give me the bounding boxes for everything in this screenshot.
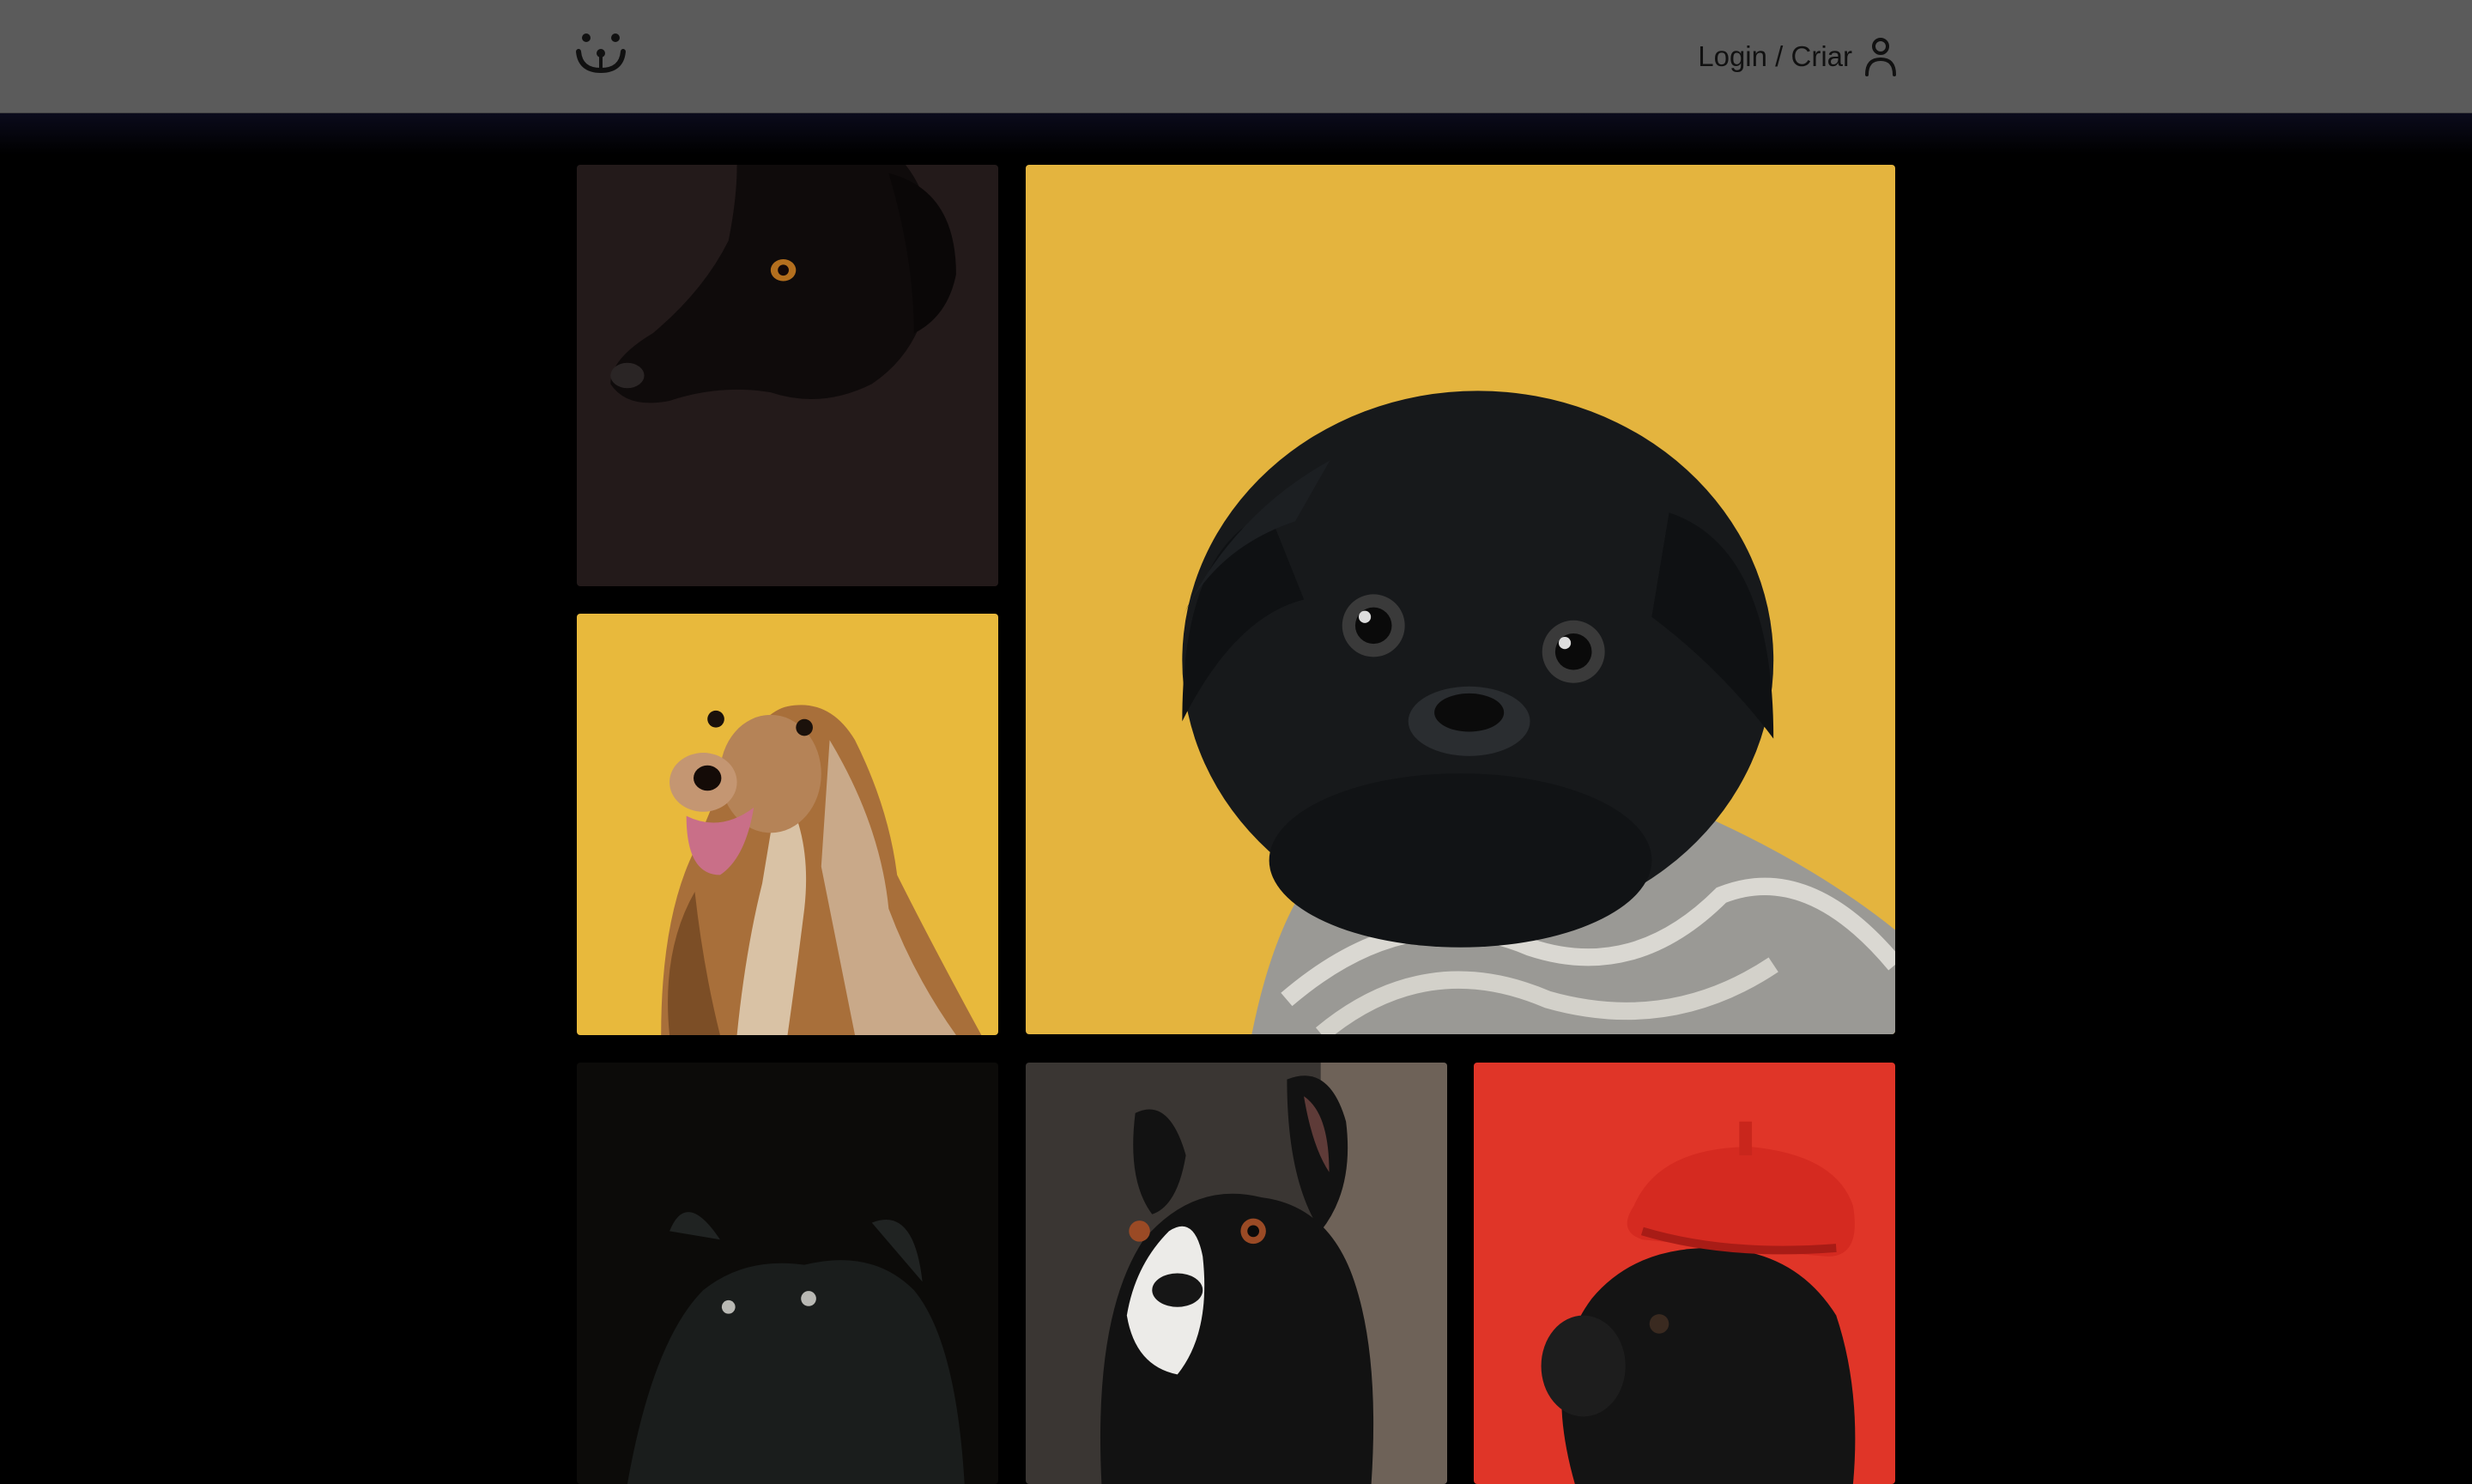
header-shadow — [0, 113, 2472, 154]
user-icon — [1865, 38, 1896, 76]
photo-black-dog-profile[interactable] — [577, 165, 998, 586]
photo-afghan-hound[interactable] — [577, 614, 998, 1035]
photo-boston-terrier[interactable] — [1026, 1063, 1447, 1484]
photo-black-dog-dark[interactable] — [577, 1063, 998, 1484]
top-navbar: Login / Criar — [0, 0, 2472, 113]
login-label: Login / Criar — [1698, 40, 1852, 72]
login-create-link[interactable]: Login / Criar — [1698, 33, 1897, 81]
dog-face-logo-icon[interactable] — [575, 31, 627, 76]
photo-black-pug-sweater[interactable] — [1026, 165, 1895, 1034]
photo-pug-red-beret[interactable] — [1474, 1063, 1895, 1484]
